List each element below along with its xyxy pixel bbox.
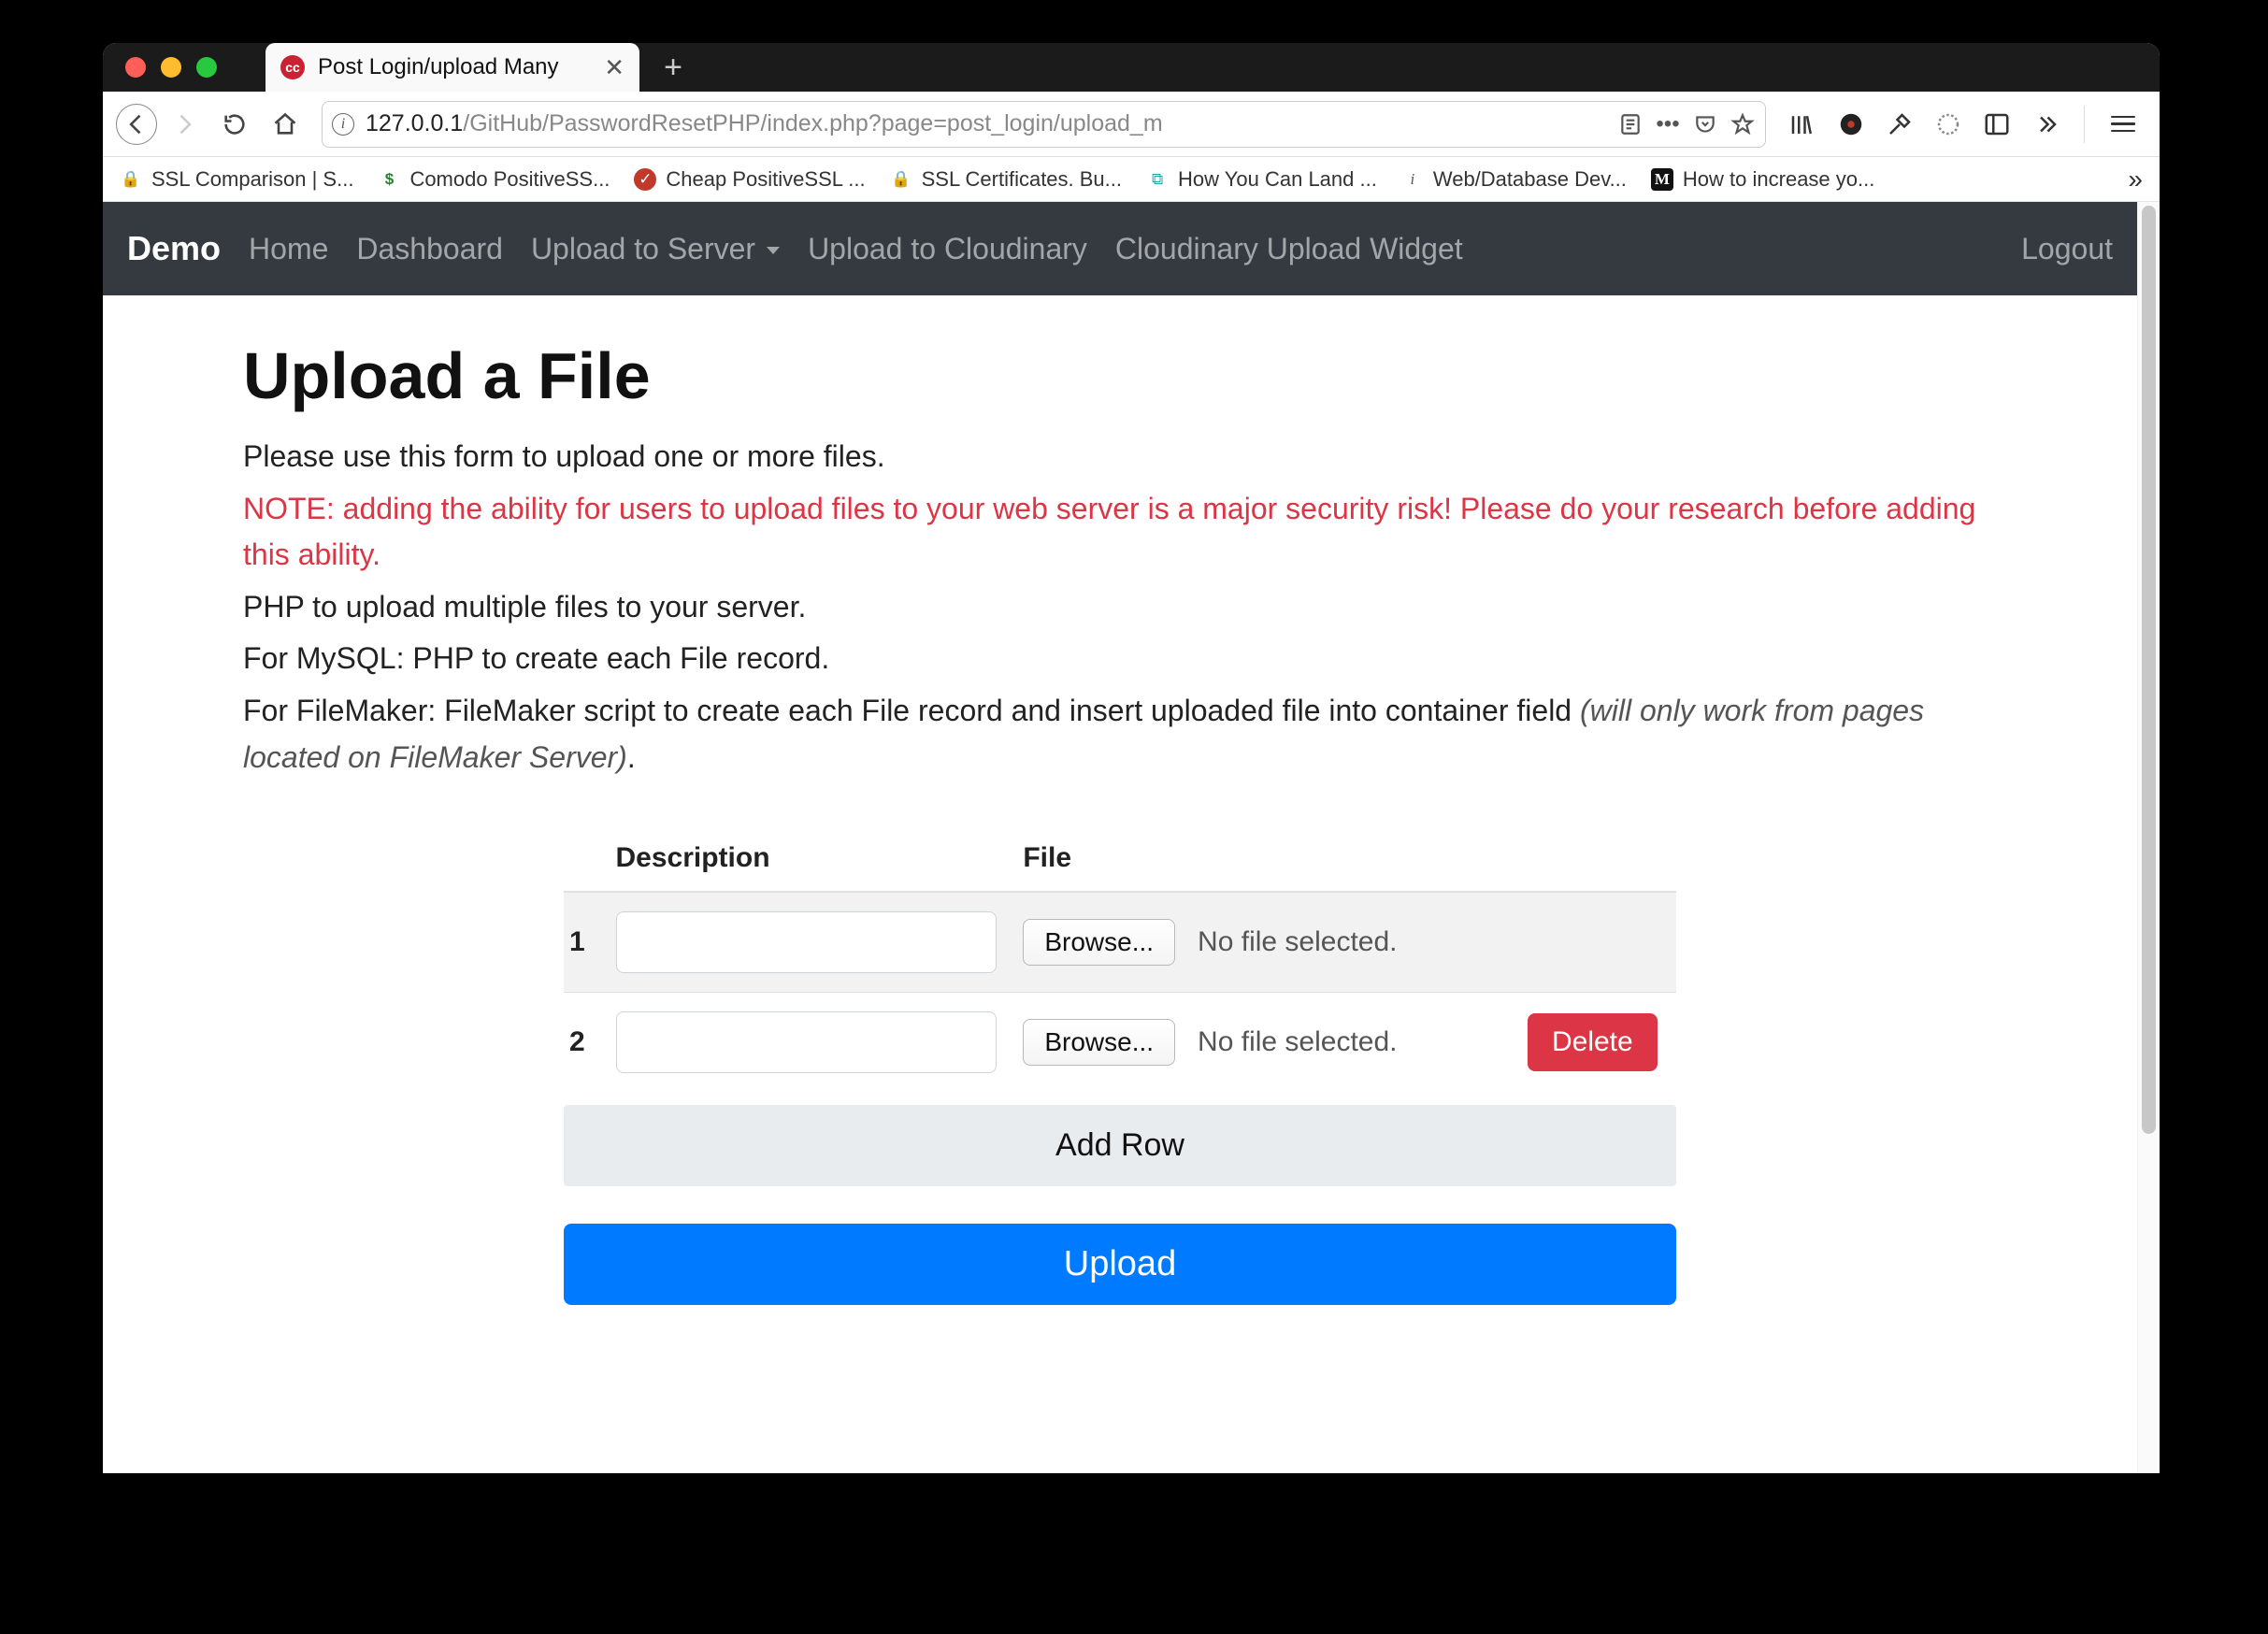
description-input[interactable]: [616, 1011, 998, 1073]
bookmark-label: How to increase yo...: [1683, 167, 1874, 192]
bookmark-item[interactable]: i Web/Database Dev...: [1401, 167, 1627, 192]
extension-icon-1[interactable]: [1835, 108, 1867, 140]
site-info-icon[interactable]: i: [332, 113, 354, 136]
page-title: Upload a File: [243, 338, 1997, 413]
brand[interactable]: Demo: [127, 229, 221, 268]
intro-text: Please use this form to upload one or mo…: [243, 434, 1997, 480]
bookmark-label: SSL Comparison | S...: [151, 167, 353, 192]
col-num-header: [564, 825, 603, 892]
row-number: 2: [564, 993, 603, 1093]
bookmark-item[interactable]: 🔒 SSL Certificates. Bu...: [890, 167, 1122, 192]
file-input: Browse... No file selected.: [1023, 1019, 1501, 1066]
file-status: No file selected.: [1198, 926, 1397, 958]
lock-icon: 🔒: [120, 168, 142, 191]
description-input[interactable]: [616, 911, 998, 973]
reader-mode-icon[interactable]: [1617, 112, 1644, 136]
browser-window: cc Post Login/upload Many ✕ + i 127.0.0.…: [103, 43, 2160, 1473]
sidebar-icon[interactable]: [1981, 108, 2013, 140]
bookmarks-overflow-icon[interactable]: »: [2128, 165, 2143, 194]
address-bar[interactable]: i 127.0.0.1/GitHub/PasswordResetPHP/inde…: [322, 101, 1766, 148]
dollar-icon: $: [378, 168, 400, 191]
col-action-header: [1514, 825, 1676, 892]
browse-button[interactable]: Browse...: [1023, 1019, 1175, 1066]
browse-button[interactable]: Browse...: [1023, 919, 1175, 966]
tab-close-icon[interactable]: ✕: [604, 53, 624, 82]
bookmark-label: Cheap PositiveSSL ...: [666, 167, 865, 192]
info-icon: i: [1401, 168, 1424, 191]
upload-form: Description File 1 Bro: [564, 825, 1676, 1305]
add-row-button[interactable]: Add Row: [564, 1105, 1676, 1186]
browser-tab[interactable]: cc Post Login/upload Many ✕: [266, 43, 639, 92]
file-status: No file selected.: [1198, 1026, 1397, 1058]
forward-button[interactable]: [161, 101, 208, 148]
info-text-1: PHP to upload multiple files to your ser…: [243, 584, 1997, 631]
nav-logout[interactable]: Logout: [2021, 232, 2113, 266]
extension-icon-2[interactable]: [1932, 108, 1964, 140]
lock-icon: 🔒: [890, 168, 912, 191]
app-navbar: Demo Home Dashboard Upload to Server Upl…: [103, 202, 2137, 295]
home-button[interactable]: [262, 101, 309, 148]
bookmark-item[interactable]: ✓ Cheap PositiveSSL ...: [634, 167, 865, 192]
url-text: 127.0.0.1/GitHub/PasswordResetPHP/index.…: [366, 110, 1606, 137]
bookmark-label: Web/Database Dev...: [1433, 167, 1627, 192]
back-button[interactable]: [116, 104, 157, 145]
medium-icon: M: [1651, 168, 1673, 191]
window-controls: [125, 57, 217, 78]
bookmark-label: How You Can Land ...: [1178, 167, 1377, 192]
bookmark-item[interactable]: ⧉ How You Can Land ...: [1146, 167, 1377, 192]
bookmark-item[interactable]: M How to increase yo...: [1651, 167, 1874, 192]
app-menu-button[interactable]: [2107, 108, 2139, 140]
scrollbar-thumb[interactable]: [2142, 206, 2156, 1134]
bookmark-item[interactable]: 🔒 SSL Comparison | S...: [120, 167, 353, 192]
monitor-icon: ⧉: [1146, 168, 1169, 191]
nav-upload-to-server[interactable]: Upload to Server: [531, 232, 780, 266]
col-description-header: Description: [603, 825, 1011, 892]
bookmark-item[interactable]: $ Comodo PositiveSS...: [378, 167, 610, 192]
bookmark-star-icon[interactable]: [1730, 112, 1756, 136]
overflow-chevron-icon[interactable]: [2030, 108, 2061, 140]
bookmark-label: SSL Certificates. Bu...: [922, 167, 1122, 192]
pocket-icon[interactable]: [1692, 112, 1718, 136]
warning-text: NOTE: adding the ability for users to up…: [243, 486, 1997, 579]
upload-table: Description File 1 Bro: [564, 825, 1676, 1092]
info-text-2: For MySQL: PHP to create each File recor…: [243, 636, 1997, 682]
bookmark-label: Comodo PositiveSS...: [409, 167, 610, 192]
page-content: Demo Home Dashboard Upload to Server Upl…: [103, 202, 2137, 1473]
nav-cloudinary-upload-widget[interactable]: Cloudinary Upload Widget: [1115, 232, 1463, 266]
main-content: Upload a File Please use this form to up…: [103, 295, 2137, 1305]
shield-icon: ✓: [634, 168, 656, 191]
col-file-header: File: [1010, 825, 1514, 892]
file-input: Browse... No file selected.: [1023, 919, 1501, 966]
nav-upload-to-cloudinary[interactable]: Upload to Cloudinary: [808, 232, 1087, 266]
row-number: 1: [564, 892, 603, 993]
eyedropper-icon[interactable]: [1884, 108, 1916, 140]
meatball-icon[interactable]: •••: [1655, 111, 1681, 137]
scrollbar[interactable]: [2137, 202, 2160, 1473]
browser-toolbar: i 127.0.0.1/GitHub/PasswordResetPHP/inde…: [103, 92, 2160, 157]
nav-dashboard[interactable]: Dashboard: [356, 232, 503, 266]
titlebar: cc Post Login/upload Many ✕ +: [103, 43, 2160, 92]
bookmarks-toolbar: 🔒 SSL Comparison | S... $ Comodo PositiveS…: [103, 157, 2160, 202]
minimize-window-button[interactable]: [161, 57, 181, 78]
nav-home[interactable]: Home: [249, 232, 328, 266]
tab-title: Post Login/upload Many: [318, 54, 591, 80]
info-text-3: For FileMaker: FileMaker script to creat…: [243, 688, 1997, 781]
table-row: 1 Browse... No file selected.: [564, 892, 1676, 993]
table-row: 2 Browse... No file selected. Delete: [564, 993, 1676, 1093]
maximize-window-button[interactable]: [196, 57, 217, 78]
upload-button[interactable]: Upload: [564, 1224, 1676, 1305]
toolbar-divider: [2084, 106, 2085, 143]
toolbar-right-actions: [1779, 106, 2146, 143]
viewport: Demo Home Dashboard Upload to Server Upl…: [103, 202, 2160, 1473]
close-window-button[interactable]: [125, 57, 146, 78]
new-tab-button[interactable]: +: [656, 50, 690, 84]
library-icon[interactable]: [1787, 108, 1818, 140]
delete-row-button[interactable]: Delete: [1528, 1013, 1658, 1071]
tab-favicon: cc: [280, 55, 305, 79]
reload-button[interactable]: [211, 101, 258, 148]
